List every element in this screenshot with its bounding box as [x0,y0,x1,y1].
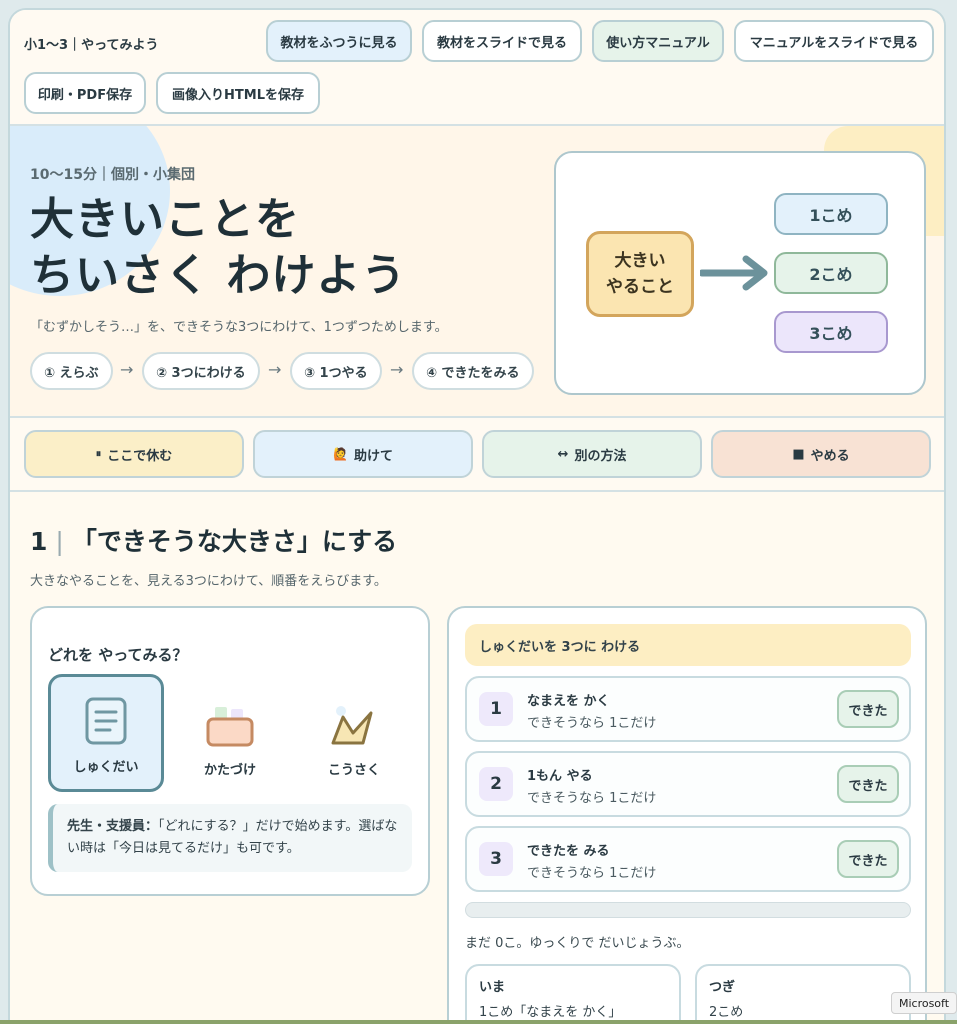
choice-label: しゅくだい [73,760,139,775]
note-heading: 先生・支援員： [67,819,159,834]
hero-section: 10〜15分｜個別・小集団 大きいことを ちいさく わけよう 「むずかしそう…」… [10,126,944,418]
task-hint: できそうなら 1こだけ [527,866,657,881]
rest-button[interactable]: ⏸ ここで休む [24,430,244,478]
section-lead: 大きなやることを、見える3つにわけて、順番をえらびます。 [30,574,387,589]
hero-lead: 「むずかしそう…」を、できそうな3つにわけて、1つずつためします。 [30,320,448,335]
step-pill: ④ できたをみる [412,352,534,390]
crown-craft-icon [331,706,373,745]
rest-label: ここで休む [107,448,173,464]
pause-icon: ⏸ [95,447,102,460]
step-pill: ① えらぶ [30,352,113,390]
teacher-note: 先生・支援員：「どれにする？」だけで始めます。選ばない時は「今日は見てるだけ」も… [48,804,412,872]
task-title: できたを みる [527,844,610,859]
now-label: いま [479,980,506,995]
stop-button[interactable]: ■ やめる [711,430,931,478]
progress-text: まだ 0こ。ゆっくりで だいじょうぶ。 [465,936,690,951]
done-button[interactable]: できた [837,690,899,728]
done-button[interactable]: できた [837,765,899,803]
manual-slides-button[interactable]: マニュアルをスライドで見る [734,20,934,62]
save-html-button[interactable]: 画像入りHTMLを保存 [156,72,320,114]
choice-tidy[interactable]: かたづけ [172,674,288,792]
now-card: いま 1こめ「なまえを かく」 [465,964,681,1024]
progress-bar [465,902,911,918]
step-pill: ② 3つにわける [142,352,260,390]
action-bar: ⏸ ここで休む 🙋 助けて ↔ 別の方法 ■ やめる [10,418,944,492]
next-card: つぎ 2こめ [695,964,911,1024]
manual-button[interactable]: 使い方マニュアル [592,20,724,62]
section-number: 1 [30,527,48,556]
split-banner: しゅくだいを 3つに わける [465,624,911,666]
notebook-icon [85,697,127,745]
next-label: つぎ [709,980,736,995]
task-number: 3 [479,842,513,876]
task-title: なまえを かく [527,694,610,709]
print-pdf-button[interactable]: 印刷・PDF保存 [24,72,146,114]
swap-arrows-icon: ↔ [557,446,569,462]
step-pill: ③ 1つやる [290,352,382,390]
title-line: 大きいことを [30,194,300,245]
stop-icon: ■ [792,446,805,462]
next-value: 2こめ [709,1005,744,1020]
split-diagram: 大きい やること 1こめ 2こめ 3こめ [554,151,926,395]
big-task-label: 大きい [614,251,666,271]
microsoft-tag[interactable]: Microsoft [891,992,957,1014]
part-box-2: 2こめ [774,252,888,294]
arrow-right-icon [700,255,768,291]
part-box-3: 3こめ [774,311,888,353]
section-title-text: 「できそうな大きさ」にする [71,527,398,556]
bottom-strip [0,1020,957,1024]
lesson-meta: 10〜15分｜個別・小集団 [30,167,195,183]
step-arrow: → [120,360,134,379]
done-button[interactable]: できた [837,840,899,878]
view-slides-button[interactable]: 教材をスライドで見る [422,20,582,62]
task-row: 3 できたを みる できそうなら 1こだけ できた [465,826,911,892]
help-label: 助けて [353,448,393,464]
task-number: 1 [479,692,513,726]
big-task-box: 大きい やること [586,231,694,317]
choose-question: どれを やってみる？ [48,646,188,664]
app-frame: 小1〜3｜やってみよう 教材をふつうに見る 教材をスライドで見る 使い方マニュア… [8,8,946,1024]
big-task-label: やること [606,277,674,297]
task-hint: できそうなら 1こだけ [527,716,657,731]
stop-label: やめる [810,448,850,464]
other-method-button[interactable]: ↔ 別の方法 [482,430,702,478]
box-icon [206,707,254,747]
task-row: 1 なまえを かく できそうなら 1こだけ できた [465,676,911,742]
choice-label: こうさく [327,763,380,778]
page-title: 大きいことを ちいさく わけよう [30,192,406,304]
view-normal-button[interactable]: 教材をふつうに見る [266,20,412,62]
task-hint: できそうなら 1こだけ [527,791,657,806]
part-box-1: 1こめ [774,193,888,235]
choice-label: かたづけ [203,763,256,778]
choice-homework[interactable]: しゅくだい [48,674,164,792]
task-row: 2 1もん やる できそうなら 1こだけ できた [465,751,911,817]
choose-card: どれを やってみる？ しゅくだい かたづけ こうさく 先生・支援員：「どれにする… [30,606,430,896]
task-title: 1もん やる [527,769,593,784]
top-toolbar: 小1〜3｜やってみよう 教材をふつうに見る 教材をスライドで見る 使い方マニュア… [10,10,944,126]
brand-label: 小1〜3｜やってみよう [24,38,159,53]
title-line: ちいさく わけよう [30,250,407,301]
step-arrow: → [268,360,282,379]
now-value: 1こめ「なまえを かく」 [479,1005,622,1020]
raised-hand-icon: 🙋 [333,447,348,461]
split-card: しゅくだいを 3つに わける 1 なまえを かく できそうなら 1こだけ できた… [447,606,927,1024]
help-button[interactable]: 🙋 助けて [253,430,473,478]
section-title: 1 | 「できそうな大きさ」にする [30,527,398,556]
step-arrow: → [390,360,404,379]
choice-craft[interactable]: こうさく [296,674,412,792]
other-method-label: 別の方法 [574,448,627,464]
task-number: 2 [479,767,513,801]
